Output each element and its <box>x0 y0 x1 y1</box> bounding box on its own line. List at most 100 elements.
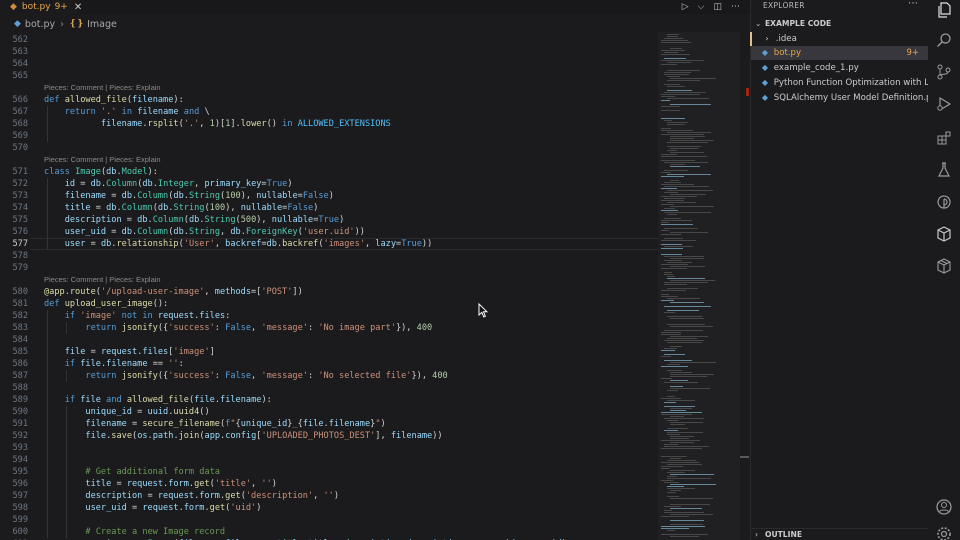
explorer-icon[interactable] <box>934 0 954 20</box>
workspace-section-header[interactable]: ⌄ EXAMPLE CODE <box>751 18 929 30</box>
code-lens[interactable]: Pieces: Comment | Pieces: Explain <box>0 274 658 286</box>
breadcrumb-symbol[interactable]: Image <box>87 19 117 30</box>
cube-icon[interactable] <box>934 224 954 244</box>
code-text: # Create a new Image record <box>85 527 226 537</box>
editor-scrollbar[interactable] <box>740 32 750 540</box>
code-line[interactable]: 580 @app.route('/upload-user-image', meth… <box>0 286 658 298</box>
code-line[interactable]: 581 def upload_user_image(): <box>0 298 658 310</box>
minimap-line <box>670 266 705 267</box>
code-line[interactable]: 574 title = db.Column(db.String(100), nu… <box>0 202 658 214</box>
minimap-line <box>670 386 683 387</box>
line-number: 593 <box>12 443 28 453</box>
outline-section-header[interactable]: › OUTLINE <box>751 528 929 540</box>
more-actions-icon[interactable]: ⋯ <box>731 2 740 12</box>
code-line[interactable]: 598 user_uid = request.form.get('uid') <box>0 502 658 514</box>
code-line[interactable]: 591 filename = secure_filename(f"{unique… <box>0 418 658 430</box>
code-line[interactable]: 590 unique_id = uuid.uuid4() <box>0 406 658 418</box>
code-line[interactable]: 573 filename = db.Column(db.String(100),… <box>0 190 658 202</box>
code-line[interactable]: 571 class Image(db.Model): <box>0 166 658 178</box>
code-line[interactable]: 600 # Create a new Image record <box>0 526 658 538</box>
settings-gear-icon[interactable] <box>934 524 954 540</box>
tab-bot-py[interactable]: ◆ bot.py 9+ ✕ <box>0 0 82 14</box>
code-line[interactable]: 572 id = db.Column(db.Integer, primary_k… <box>0 178 658 190</box>
run-menu-chevron-icon[interactable]: ⌵ <box>698 2 705 12</box>
code-text: unique_id = uuid.uuid4() <box>85 407 210 417</box>
search-icon[interactable] <box>934 30 954 50</box>
code-lens-label[interactable]: Pieces: Comment | Pieces: Explain <box>44 274 161 286</box>
code-line[interactable]: 587 return jsonify({'success': False, 'm… <box>0 370 658 382</box>
tree-file-bot-py[interactable]: ◆ bot.py 9+ <box>751 46 929 60</box>
chevron-down-icon: ⌄ <box>755 19 762 28</box>
minimap-line <box>661 118 685 119</box>
minimap-line <box>667 202 696 203</box>
code-line[interactable]: 566 def allowed_file(filename): <box>0 94 658 106</box>
explorer-more-icon[interactable]: ⋯ <box>908 0 918 9</box>
code-line[interactable]: 583 return jsonify({'success': False, 'm… <box>0 322 658 334</box>
tree-file-python-function-optimization[interactable]: ◆ Python Function Optimization with L... <box>751 76 929 90</box>
extensions-icon[interactable] <box>934 128 954 148</box>
minimap-line <box>661 268 687 269</box>
code-line[interactable]: 577 user = db.relationship('User', backr… <box>0 238 658 250</box>
minimap-line <box>664 212 711 213</box>
code-line[interactable]: 575 description = db.Column(db.String(50… <box>0 214 658 226</box>
code-line[interactable]: 595 # Get additional form data <box>0 466 658 478</box>
code-line[interactable]: 593 <box>0 442 658 454</box>
minimap-line <box>670 372 692 373</box>
code-line[interactable]: 576 user_uid = db.Column(db.String, db.F… <box>0 226 658 238</box>
code-line[interactable]: 584 <box>0 334 658 346</box>
minimap-line <box>664 272 672 273</box>
line-number: 563 <box>12 47 28 57</box>
code-line[interactable]: 585 file = request.files['image'] <box>0 346 658 358</box>
code-line[interactable]: 579 <box>0 262 658 274</box>
code-line[interactable]: 599 <box>0 514 658 526</box>
tree-file-example-code-1[interactable]: ◆ example_code_1.py <box>751 61 929 75</box>
line-number: 574 <box>12 203 28 213</box>
code-line[interactable]: 567 return '.' in filename and \ <box>0 106 658 118</box>
code-line[interactable]: 568 filename.rsplit('.', 1)[1].lower() i… <box>0 118 658 130</box>
line-number: 592 <box>12 431 28 441</box>
code-lens-label[interactable]: Pieces: Comment | Pieces: Explain <box>44 154 161 166</box>
code-line[interactable]: 592 file.save(os.path.join(app.config['U… <box>0 430 658 442</box>
code-line[interactable]: 564 <box>0 58 658 70</box>
run-debug-icon[interactable] <box>934 94 954 114</box>
code-editor[interactable]: 562 563 564 565 Pieces: Comment | Pieces: Ex… <box>0 34 658 540</box>
code-lens[interactable]: Pieces: Comment | Pieces: Explain <box>0 154 658 166</box>
code-text: # Get additional form data <box>85 467 220 477</box>
minimap[interactable] <box>658 32 740 540</box>
testing-flask-icon[interactable] <box>934 160 954 180</box>
code-line[interactable]: 588 <box>0 382 658 394</box>
package-icon[interactable] <box>934 256 954 276</box>
minimap-line <box>661 234 681 235</box>
line-number: 578 <box>12 251 28 261</box>
code-line[interactable]: 570 <box>0 142 658 154</box>
code-line[interactable]: 569 <box>0 130 658 142</box>
breadcrumb-file[interactable]: bot.py <box>25 19 55 30</box>
code-line[interactable]: 589 if file and allowed_file(file.filena… <box>0 394 658 406</box>
python-file-icon: ◆ <box>761 48 769 57</box>
minimap-line <box>661 332 681 333</box>
minimap-line <box>664 402 676 403</box>
split-editor-icon[interactable]: ◫ <box>713 2 722 12</box>
minimap-line <box>661 106 680 107</box>
code-text: id = db.Column(db.Integer, primary_key=T… <box>64 179 293 189</box>
code-line[interactable]: 596 title = request.form.get('title', ''… <box>0 478 658 490</box>
pieces-icon[interactable] <box>934 192 954 212</box>
tree-file-sqlalchemy-user-model[interactable]: ◆ SQLAlchemy User Model Definition.py <box>751 91 929 105</box>
indent-guide <box>66 406 67 538</box>
code-lens-label[interactable]: Pieces: Comment | Pieces: Explain <box>44 82 161 94</box>
code-lens[interactable]: Pieces: Comment | Pieces: Explain <box>0 82 658 94</box>
code-line[interactable]: 563 <box>0 46 658 58</box>
code-line[interactable]: 597 description = request.form.get('desc… <box>0 490 658 502</box>
code-line[interactable]: 565 <box>0 70 658 82</box>
code-line[interactable]: 586 if file.filename == '': <box>0 358 658 370</box>
tree-folder-idea[interactable]: › .idea <box>751 32 929 46</box>
run-icon[interactable]: ▷ <box>682 2 689 12</box>
code-line[interactable]: 578 <box>0 250 658 262</box>
source-control-icon[interactable] <box>934 62 954 82</box>
close-tab-icon[interactable]: ✕ <box>74 2 82 13</box>
code-line[interactable]: 582 if 'image' not in request.files: <box>0 310 658 322</box>
account-icon[interactable] <box>934 497 954 517</box>
minimap-line <box>664 274 673 275</box>
code-line[interactable]: 562 <box>0 34 658 46</box>
code-line[interactable]: 594 <box>0 454 658 466</box>
